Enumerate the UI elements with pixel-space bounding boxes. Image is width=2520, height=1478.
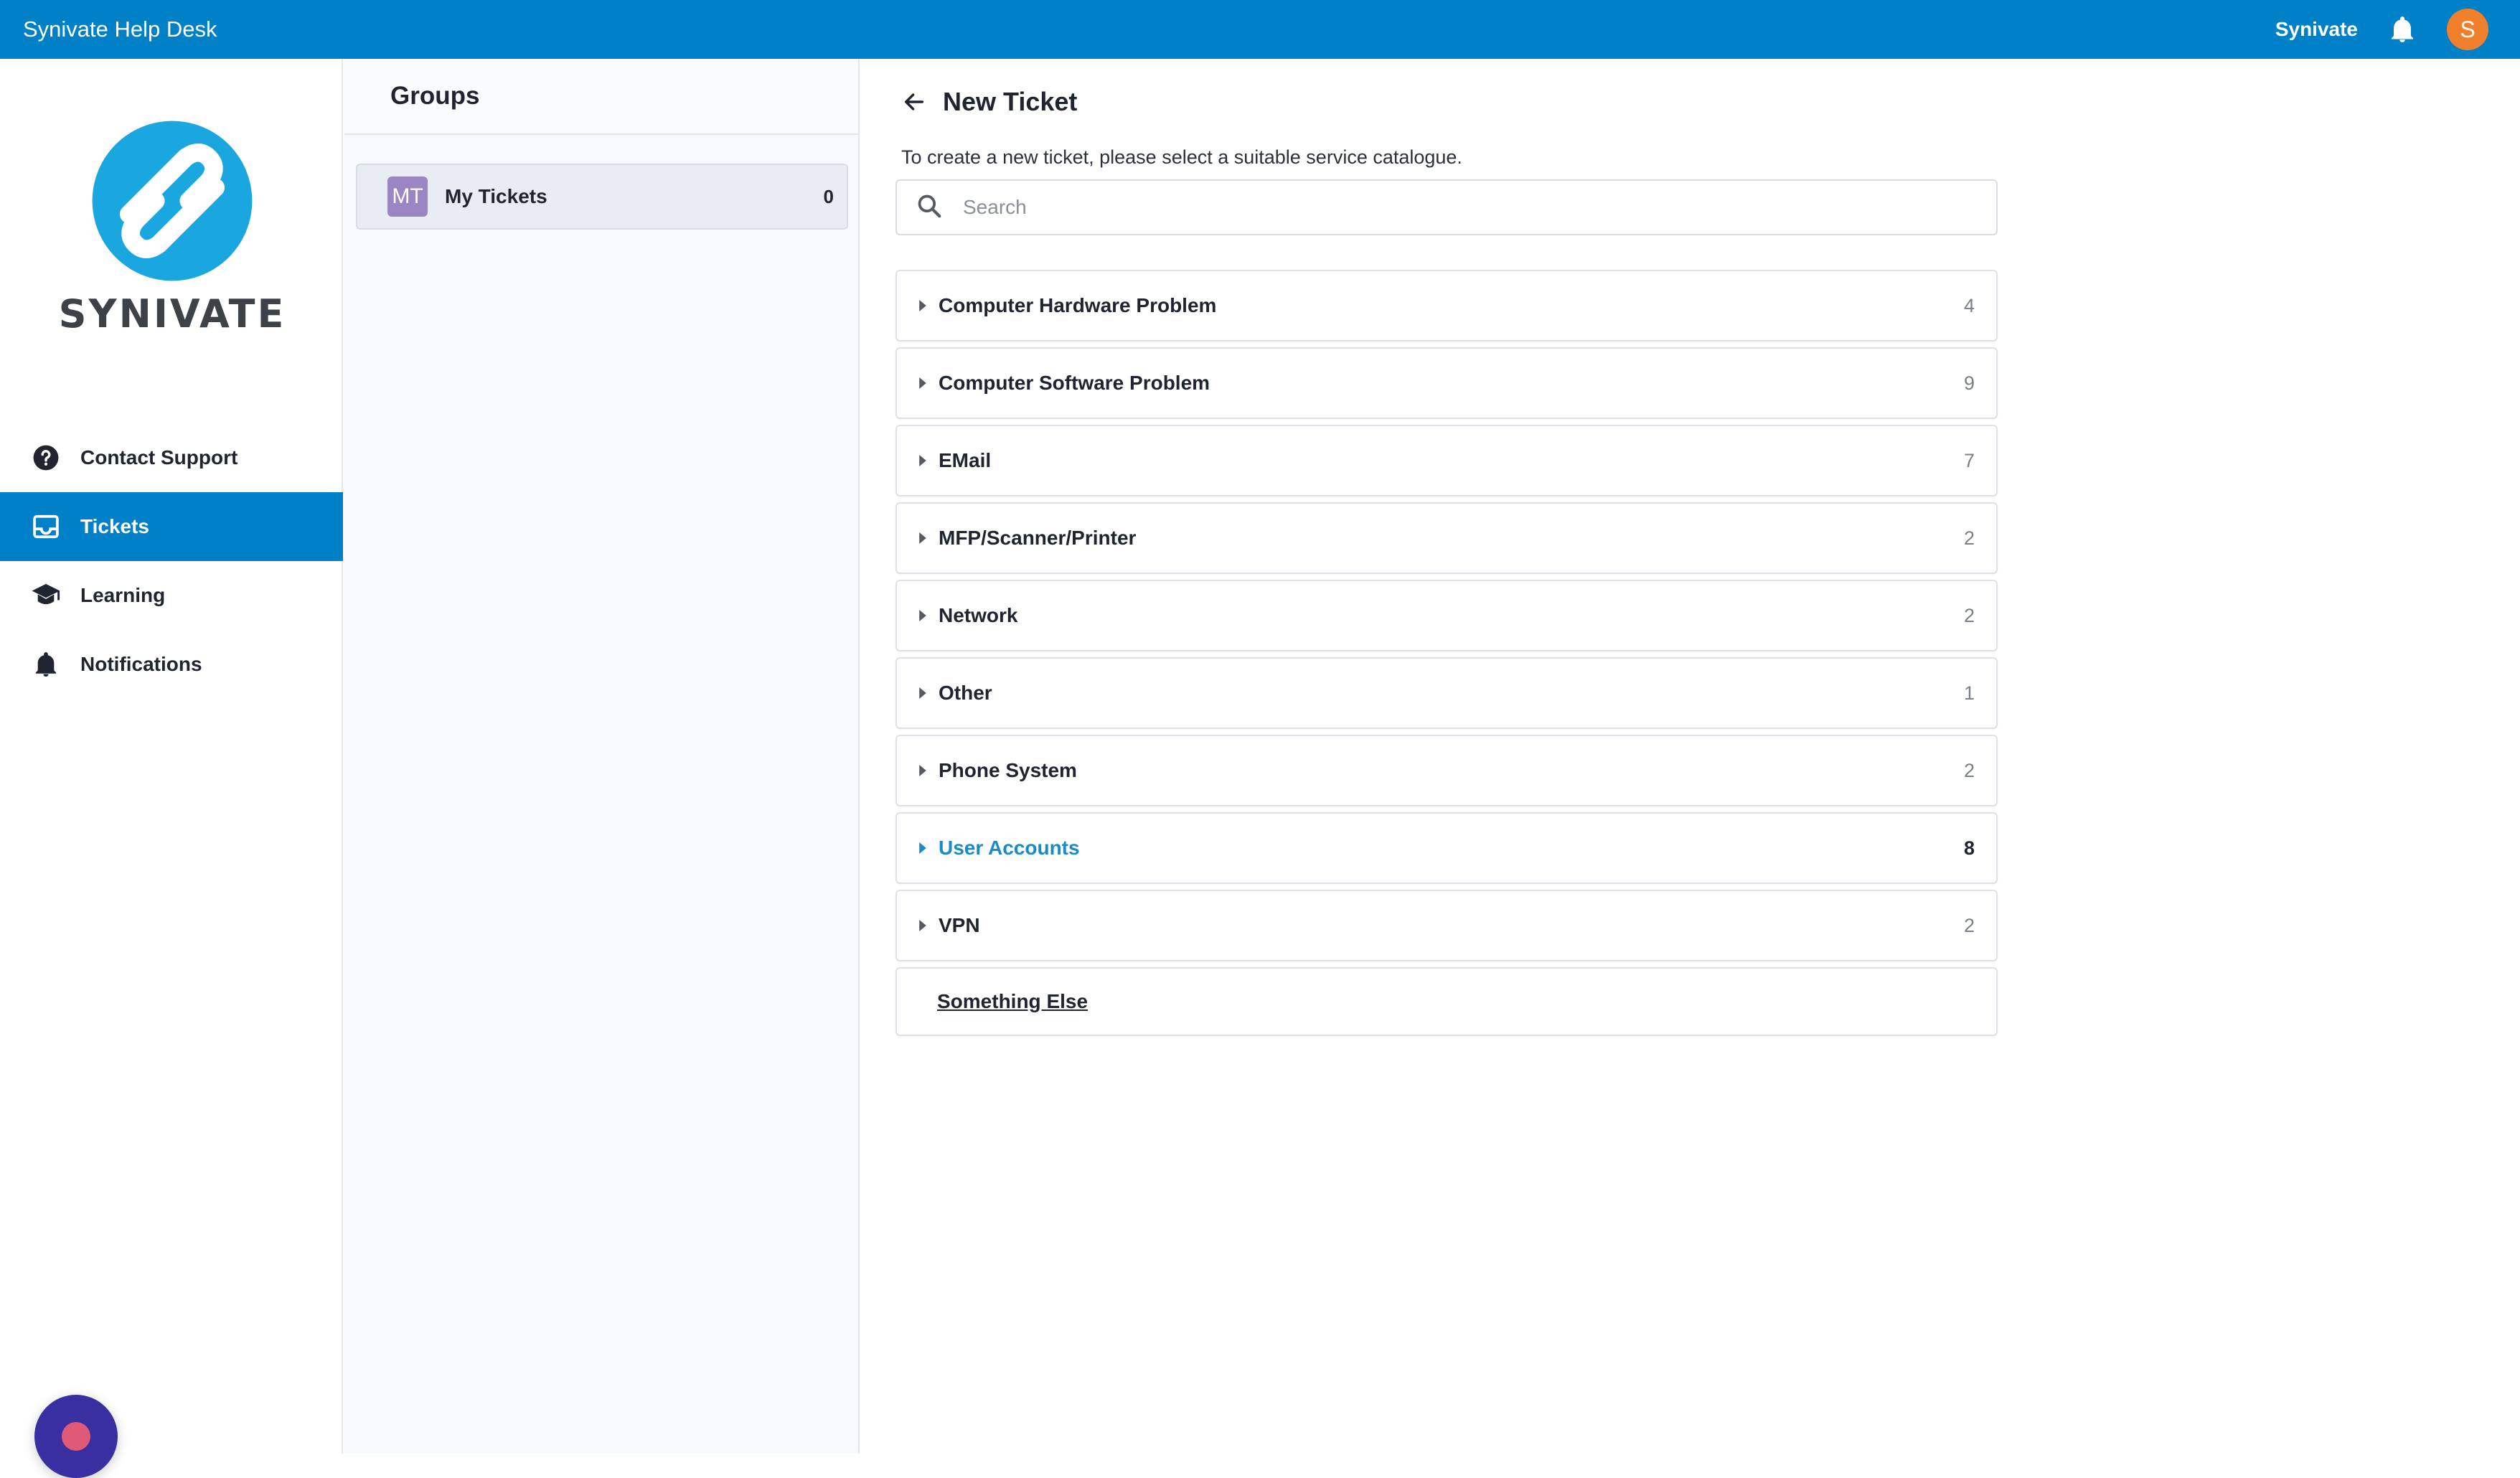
catalogue-item[interactable]: Phone System 2	[895, 735, 1998, 806]
catalogue-count: 9	[1963, 372, 1975, 394]
group-count: 0	[823, 185, 834, 207]
sidebar-item-label: Tickets	[80, 515, 149, 537]
catalogue-label: Computer Software Problem	[939, 372, 1210, 394]
catalogue-count: 4	[1963, 294, 1975, 316]
search-box	[895, 179, 1998, 235]
search-icon	[916, 192, 943, 223]
catalogue-count: 2	[1963, 759, 1975, 781]
catalogue-count: 8	[1963, 837, 1975, 859]
sidebar: SYNIVATE Contact Support Tickets Learnin…	[0, 59, 343, 1478]
caret-right-icon	[916, 455, 930, 466]
caret-right-icon	[916, 765, 930, 776]
record-dot-icon	[62, 1422, 90, 1451]
logo: SYNIVATE	[59, 118, 283, 397]
synivate-logo-mark	[92, 121, 253, 281]
catalogue-item[interactable]: EMail 7	[895, 425, 1998, 496]
sidebar-item-tickets[interactable]: Tickets	[0, 492, 343, 561]
catalogue-label: Network	[939, 604, 1018, 626]
caret-right-icon	[916, 687, 930, 699]
page-header: New Ticket	[898, 86, 1077, 118]
help-circle-icon	[30, 442, 62, 474]
app-title: Synivate Help Desk	[23, 17, 217, 42]
graduation-cap-icon	[30, 580, 62, 611]
catalogue-label: Phone System	[939, 759, 1077, 781]
caret-right-icon	[916, 842, 930, 854]
inbox-icon	[30, 511, 62, 542]
something-else-item[interactable]: Something Else	[895, 967, 1998, 1036]
sidebar-item-label: Contact Support	[80, 446, 238, 469]
catalogue-item[interactable]: User Accounts 8	[895, 812, 1998, 884]
page-title: New Ticket	[943, 87, 1078, 116]
caret-right-icon	[916, 920, 930, 931]
caret-right-icon	[916, 532, 930, 544]
catalogue-item[interactable]: Computer Software Problem 9	[895, 347, 1998, 419]
something-else-link[interactable]: Something Else	[937, 990, 1975, 1013]
bell-icon[interactable]	[2387, 14, 2418, 45]
catalogue-count: 1	[1963, 682, 1975, 704]
sidebar-nav: Contact Support Tickets Learning Notific…	[0, 423, 343, 699]
sidebar-item-contact-support[interactable]: Contact Support	[0, 423, 343, 492]
catalogue-label: Computer Hardware Problem	[939, 294, 1217, 316]
sidebar-item-label: Notifications	[80, 653, 202, 675]
catalogue-count: 2	[1963, 527, 1975, 549]
catalogue-label: User Accounts	[939, 837, 1080, 859]
catalogue-label: MFP/Scanner/Printer	[939, 527, 1137, 549]
catalogue-label: Other	[939, 682, 992, 704]
catalogue-item[interactable]: MFP/Scanner/Printer 2	[895, 502, 1998, 574]
catalogue-label: VPN	[939, 914, 980, 936]
caret-right-icon	[916, 377, 930, 389]
main-content: New Ticket To create a new ticket, pleas…	[861, 59, 2520, 1454]
caret-right-icon	[916, 610, 930, 621]
groups-panel: Groups MT My Tickets 0	[344, 59, 860, 1454]
instructions-text: To create a new ticket, please select a …	[901, 146, 1462, 168]
top-bar: Synivate Help Desk Synivate S	[0, 0, 2520, 59]
user-name[interactable]: Synivate	[2275, 18, 2358, 41]
group-label: My Tickets	[445, 185, 547, 207]
catalogue-count: 7	[1963, 449, 1975, 471]
sidebar-item-notifications[interactable]: Notifications	[0, 630, 343, 699]
catalogue-item[interactable]: Computer Hardware Problem 4	[895, 270, 1998, 342]
bell-icon	[30, 649, 62, 680]
catalogue-label: EMail	[939, 449, 992, 471]
sidebar-item-learning[interactable]: Learning	[0, 561, 343, 630]
caret-right-icon	[916, 300, 930, 311]
catalogue-count: 2	[1963, 914, 1975, 936]
search-input[interactable]	[963, 196, 1967, 219]
group-badge: MT	[387, 176, 428, 217]
group-item-my-tickets[interactable]: MT My Tickets 0	[356, 164, 848, 230]
catalogue-item[interactable]: Network 2	[895, 580, 1998, 651]
back-arrow-icon[interactable]	[898, 86, 930, 118]
catalogue-item[interactable]: VPN 2	[895, 890, 1998, 961]
floating-action-button[interactable]	[34, 1395, 118, 1478]
groups-title: Groups	[344, 59, 858, 135]
catalogue-item[interactable]: Other 1	[895, 657, 1998, 729]
top-bar-right: Synivate S	[2275, 9, 2497, 50]
user-avatar[interactable]: S	[2447, 9, 2488, 50]
logo-text: SYNIVATE	[58, 291, 286, 336]
sidebar-item-label: Learning	[80, 584, 166, 606]
catalogue-list: Computer Hardware Problem 4 Computer Sof…	[895, 270, 1998, 1042]
catalogue-count: 2	[1963, 604, 1975, 626]
